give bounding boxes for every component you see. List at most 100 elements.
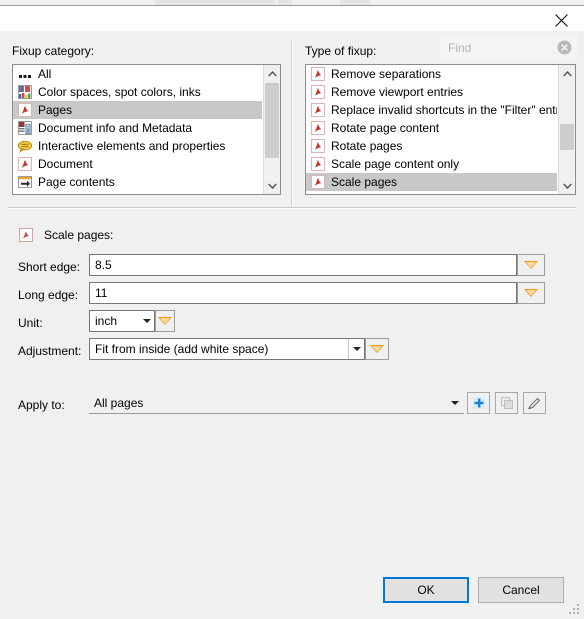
resize-grip[interactable] — [568, 603, 581, 616]
list-item[interactable]: Scale pages — [306, 173, 557, 191]
apply-to-combobox[interactable]: All pages — [89, 392, 464, 414]
list-item[interactable]: Replace invalid shortcuts in the "Filter… — [306, 101, 557, 119]
list-item[interactable]: Remove viewport entries — [306, 83, 557, 101]
adjustment-combobox-caret[interactable] — [348, 339, 364, 359]
pdf-icon — [17, 156, 33, 172]
fixup-category-scrollbar[interactable] — [263, 65, 280, 194]
chevron-down-icon — [352, 347, 361, 351]
list-item[interactable]: Interactive elements and properties — [13, 137, 262, 155]
list-item-label: Rotate page content — [331, 121, 440, 135]
clear-circle-icon[interactable] — [551, 40, 577, 55]
long-edge-label: Long edge: — [18, 288, 79, 302]
list-item-label: All — [38, 67, 52, 81]
pdf-icon — [310, 156, 326, 172]
orange-triangle-down-icon — [524, 261, 538, 269]
section-divider — [8, 207, 576, 209]
edit-button[interactable] — [523, 392, 546, 414]
duplicate-button — [495, 392, 518, 414]
pane-divider — [291, 41, 293, 206]
orange-triangle-down-icon — [158, 317, 172, 325]
unit-value: inch — [95, 314, 118, 328]
long-edge-spinner-button[interactable] — [517, 282, 545, 304]
list-item[interactable]: Page contents — [13, 173, 262, 191]
list-item[interactable]: Color spaces, spot colors, inks — [13, 83, 262, 101]
adjustment-spinner-button[interactable] — [365, 338, 389, 360]
list-item[interactable]: Rotate page content — [306, 119, 557, 137]
dots-icon — [17, 66, 33, 82]
short-edge-value: 8.5 — [95, 258, 112, 272]
type-of-fixup-label: Type of fixup: — [305, 44, 377, 58]
apply-to-label: Apply to: — [18, 398, 65, 412]
pdf-icon — [310, 84, 326, 100]
pdf-icon — [310, 120, 326, 136]
add-button[interactable] — [467, 392, 490, 414]
fixup-category-label: Fixup category: — [12, 44, 95, 58]
list-item-label: Remove separations — [331, 67, 442, 81]
unit-combobox[interactable]: inch — [89, 310, 145, 332]
cancel-button[interactable]: Cancel — [478, 577, 564, 603]
list-item-label: Color spaces, spot colors, inks — [38, 85, 201, 99]
arrow-page-icon — [17, 174, 33, 190]
dialog-titlebar — [0, 6, 584, 31]
list-item-label: Scale page content only — [331, 157, 460, 171]
chevron-up-icon[interactable] — [559, 65, 575, 82]
unit-label: Unit: — [18, 316, 43, 330]
dialog-body: Fixup category: All Color spaces, spot co… — [0, 31, 584, 619]
pdf-icon — [310, 174, 326, 190]
chevron-down-icon — [142, 319, 151, 323]
list-item[interactable]: Scale page content only — [306, 155, 557, 173]
adjustment-label: Adjustment: — [18, 344, 82, 358]
plus-icon — [472, 397, 485, 409]
pencil-icon — [528, 397, 541, 409]
chevron-up-icon[interactable] — [264, 65, 280, 82]
fixup-form-title: Scale pages: — [44, 228, 114, 242]
long-edge-field[interactable]: 11 — [89, 282, 517, 304]
adjustment-value: Fit from inside (add white space) — [95, 342, 269, 356]
chevron-down-icon[interactable] — [264, 177, 280, 194]
fixup-category-list[interactable]: All Color spaces, spot colors, inks Pages D… — [12, 64, 281, 195]
scrollbar-thumb[interactable] — [560, 124, 574, 150]
scrollbar-thumb[interactable] — [265, 83, 279, 158]
list-item-label: Replace invalid shortcuts in the "Filter… — [331, 103, 557, 117]
find-box[interactable] — [439, 35, 578, 60]
list-item-label: Scale pages — [331, 175, 398, 189]
list-item-label: Page contents — [38, 175, 115, 189]
pdf-icon — [310, 66, 326, 82]
comment-bubble-icon — [17, 138, 33, 154]
metadata-info-icon — [17, 120, 33, 136]
list-item[interactable]: All — [13, 65, 262, 83]
short-edge-label: Short edge: — [18, 260, 81, 274]
pdf-icon — [310, 138, 326, 154]
pdf-icon — [17, 102, 33, 118]
list-item-label: Interactive elements and properties — [38, 139, 226, 153]
adjustment-combobox[interactable]: Fit from inside (add white space) — [89, 338, 365, 360]
color-swatch-icon — [17, 84, 33, 100]
long-edge-value: 11 — [95, 286, 108, 300]
orange-triangle-down-icon — [370, 345, 384, 353]
list-item[interactable]: Document info and Metadata — [13, 119, 262, 137]
list-item[interactable]: Pages — [13, 101, 262, 119]
unit-spinner-button[interactable] — [155, 310, 175, 332]
list-item[interactable]: Rotate pages — [306, 137, 557, 155]
type-of-fixup-scrollbar[interactable] — [558, 65, 575, 194]
ok-button[interactable]: OK — [383, 577, 469, 603]
fixup-form-header: Scale pages: — [18, 227, 113, 243]
copy-icon — [500, 397, 513, 409]
list-item[interactable]: Remove separations — [306, 65, 557, 83]
list-item-label: Document info and Metadata — [38, 121, 193, 135]
apply-to-combobox-caret[interactable] — [446, 400, 464, 405]
list-item[interactable]: Document — [13, 155, 262, 173]
chevron-down-icon[interactable] — [559, 177, 575, 194]
search-input[interactable] — [440, 39, 551, 56]
orange-triangle-down-icon — [524, 289, 538, 297]
list-item-label: Remove viewport entries — [331, 85, 464, 99]
list-item-label: Pages — [38, 103, 73, 117]
short-edge-spinner-button[interactable] — [517, 254, 545, 276]
list-item-label: Rotate pages — [331, 139, 403, 153]
apply-to-value: All pages — [94, 395, 144, 410]
short-edge-field[interactable]: 8.5 — [89, 254, 517, 276]
chevron-down-icon — [451, 400, 459, 405]
unit-combobox-caret[interactable] — [139, 310, 155, 332]
type-of-fixup-list[interactable]: Remove separations Remove viewport entrie… — [305, 64, 576, 195]
pdf-icon — [18, 227, 34, 243]
